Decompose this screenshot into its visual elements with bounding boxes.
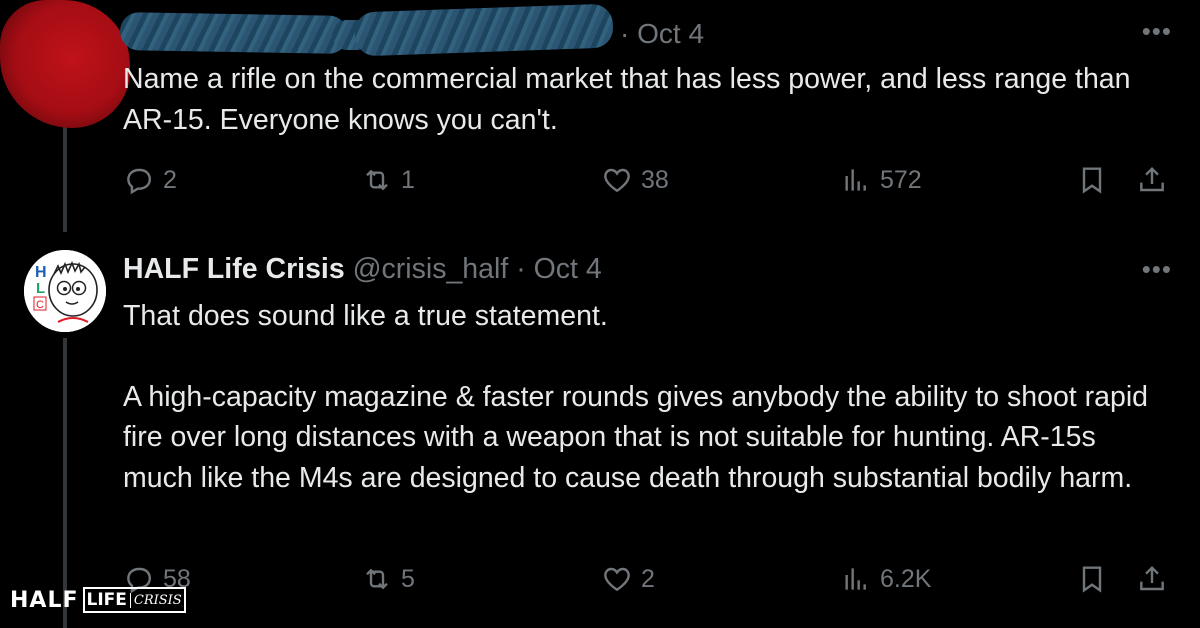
brand-crisis: CRISIS	[129, 592, 182, 608]
views-icon	[845, 169, 866, 191]
like-count: 2	[641, 564, 655, 593]
like-button[interactable]: 2	[601, 563, 655, 595]
share-button[interactable]	[1136, 563, 1168, 595]
bookmark-icon	[1082, 566, 1102, 593]
views-count: 572	[880, 165, 922, 194]
redacted-avatar	[0, 0, 130, 128]
brand-watermark: HALF LIFE CRISIS	[10, 587, 186, 613]
bookmark-button[interactable]	[1076, 563, 1108, 595]
avatar-letter-c: C	[36, 299, 44, 311]
avatar-letter-l: L	[36, 280, 45, 297]
share-icon	[1140, 166, 1164, 192]
share-button[interactable]	[1136, 164, 1168, 196]
like-count: 38	[641, 165, 669, 194]
repost-icon	[366, 169, 388, 191]
repost-count: 1	[401, 165, 415, 194]
author-handle[interactable]: @crisis_half	[353, 253, 509, 285]
like-icon	[604, 567, 630, 592]
tweet-paragraph: That does sound like a true statement.	[123, 300, 608, 332]
reply-count: 2	[163, 165, 177, 194]
thread-connector-line	[63, 338, 67, 628]
bookmark-icon	[1082, 167, 1102, 194]
author-name[interactable]: HALF Life Crisis	[123, 253, 345, 285]
brand-life-box: LIFE CRISIS	[82, 587, 186, 613]
tweet-body: Name a rifle on the commercial market th…	[123, 63, 1131, 136]
repost-count: 5	[401, 564, 415, 593]
like-icon	[604, 168, 630, 193]
views-icon	[845, 568, 866, 590]
repost-icon	[366, 568, 388, 590]
tweet-date[interactable]: · Oct 4	[620, 18, 704, 50]
like-button[interactable]: 38	[601, 164, 669, 196]
more-icon[interactable]: •••	[1142, 254, 1172, 285]
avatar-logo-icon: H L C	[24, 250, 106, 332]
more-icon[interactable]: •••	[1142, 16, 1172, 47]
bookmark-button[interactable]	[1076, 164, 1108, 196]
redacted-handle	[354, 3, 614, 57]
brand-life: LIFE	[86, 590, 127, 610]
views-button[interactable]: 572	[840, 164, 922, 196]
repost-button[interactable]: 1	[361, 164, 415, 196]
redacted-author-name	[119, 12, 349, 54]
tweet-actions: 2 1 38 572	[123, 164, 1173, 204]
tweet-actions: 58 5 2 6.2K	[123, 563, 1173, 603]
views-button[interactable]: 6.2K	[840, 563, 931, 595]
share-icon	[1140, 565, 1164, 591]
tweet-paragraph: A high-capacity magazine & faster rounds…	[123, 380, 1149, 494]
avatar[interactable]: H L C	[24, 250, 106, 332]
tweet-date[interactable]: Oct 4	[534, 253, 602, 285]
tweet-body: That does sound like a true statement. A…	[123, 296, 1173, 498]
tweet-header: HALF Life Crisis @crisis_half · Oct 4	[123, 253, 602, 286]
reply-button[interactable]: 2	[123, 164, 177, 196]
repost-button[interactable]: 5	[361, 563, 415, 595]
views-count: 6.2K	[880, 564, 932, 593]
reply-icon	[127, 168, 152, 195]
avatar-letter-h: H	[35, 264, 47, 281]
brand-half: HALF	[10, 587, 79, 613]
thread-connector-line	[63, 120, 67, 232]
separator: ·	[516, 253, 526, 285]
